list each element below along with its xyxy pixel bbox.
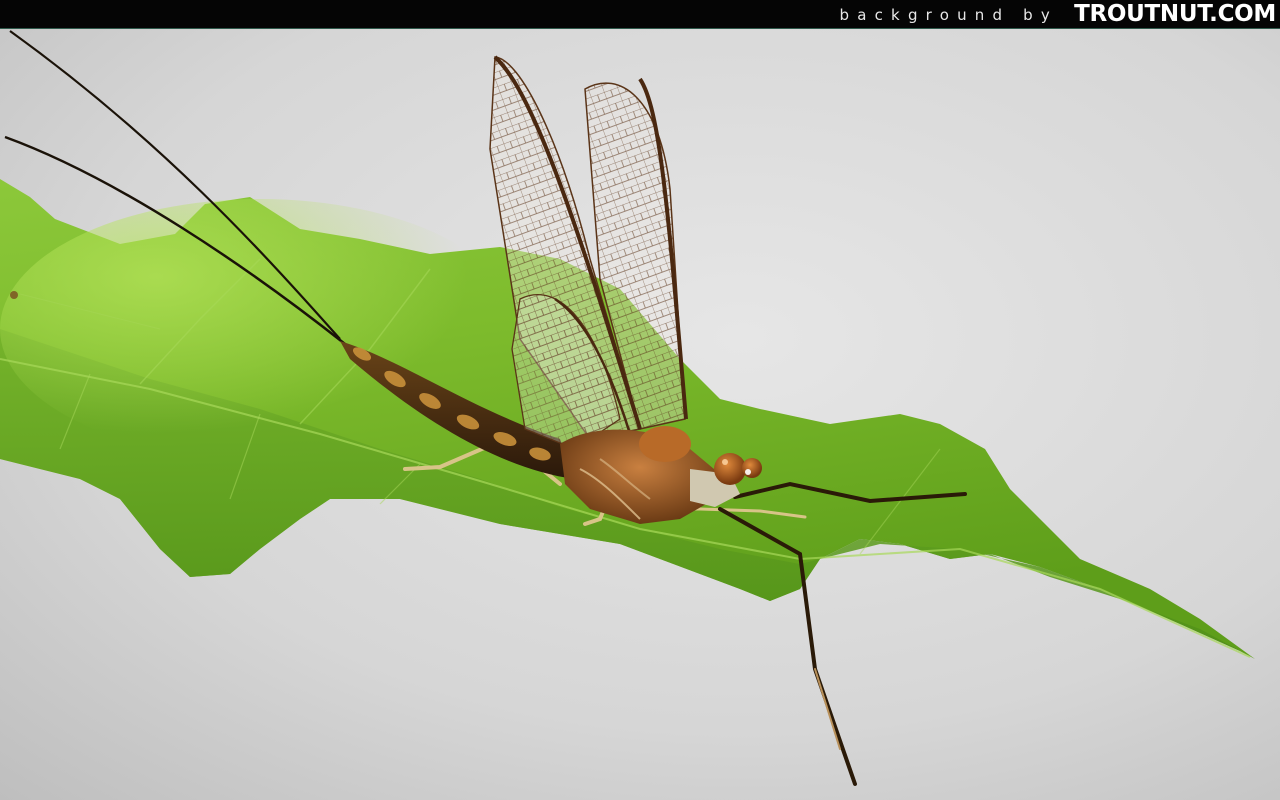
mayfly-photo [0, 29, 1280, 800]
wallpaper-frame: background by TROUTNUT.COM [0, 0, 1280, 800]
header-bar: background by TROUTNUT.COM [0, 0, 1280, 29]
mayfly-eye [714, 453, 746, 485]
troutnut-logo[interactable]: TROUTNUT.COM [1074, 1, 1276, 27]
photo-canvas [0, 29, 1280, 800]
background-credit-text: background by [839, 6, 1058, 24]
